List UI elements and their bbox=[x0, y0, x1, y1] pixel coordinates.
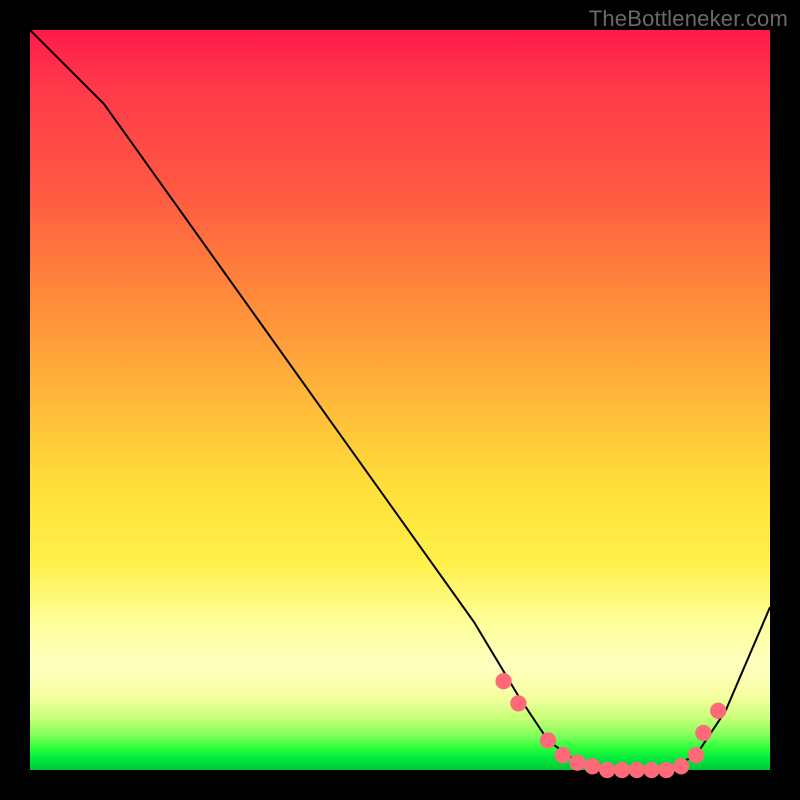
marker-dot bbox=[688, 747, 704, 763]
curve-path bbox=[30, 30, 770, 770]
marker-dot bbox=[673, 758, 689, 774]
chart-frame: TheBottleneker.com bbox=[0, 0, 800, 800]
marker-dot bbox=[614, 762, 630, 778]
watermark-text: TheBottleneker.com bbox=[589, 6, 788, 32]
chart-svg bbox=[30, 30, 770, 770]
marker-dot bbox=[584, 758, 600, 774]
marker-dot bbox=[629, 762, 645, 778]
marker-dot bbox=[510, 695, 526, 711]
marker-dot bbox=[540, 732, 556, 748]
plot-area bbox=[30, 30, 770, 770]
markers-layer bbox=[495, 673, 726, 778]
curve-layer bbox=[30, 30, 770, 770]
marker-dot bbox=[658, 762, 674, 778]
marker-dot bbox=[569, 754, 585, 770]
marker-dot bbox=[555, 747, 571, 763]
marker-dot bbox=[695, 725, 711, 741]
marker-dot bbox=[643, 762, 659, 778]
marker-dot bbox=[710, 703, 726, 719]
marker-dot bbox=[495, 673, 511, 689]
marker-dot bbox=[599, 762, 615, 778]
